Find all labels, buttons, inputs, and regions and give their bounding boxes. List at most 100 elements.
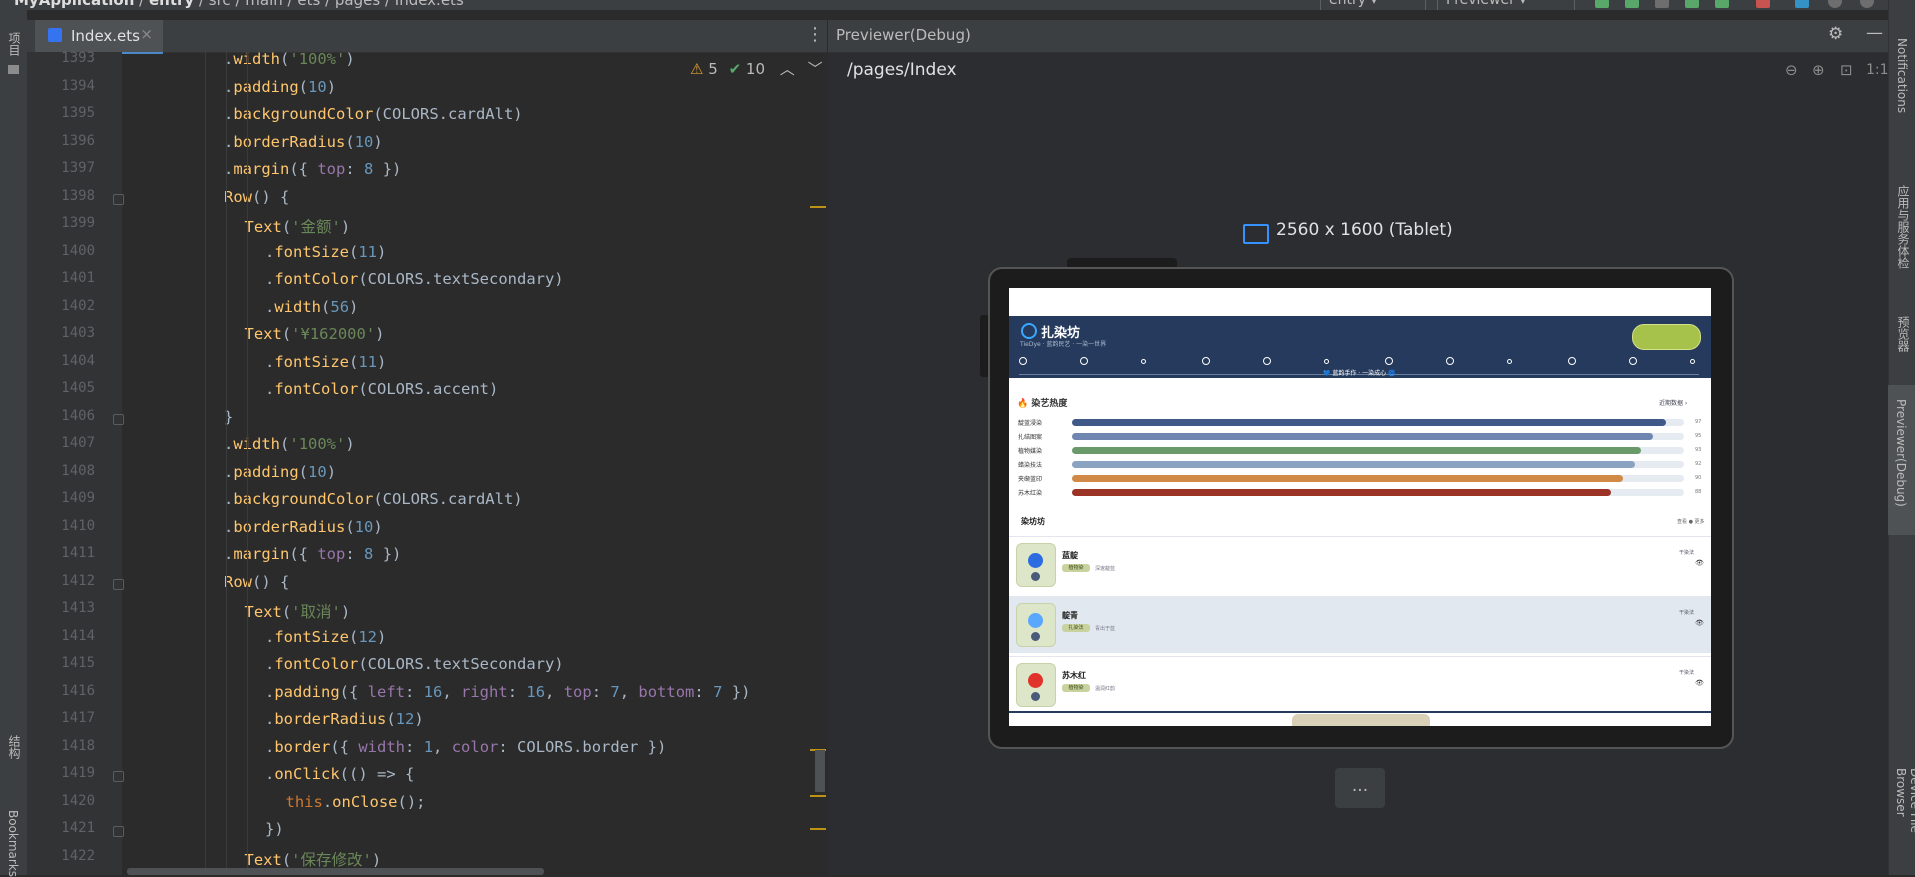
bottom-tab-active[interactable] <box>1292 714 1430 726</box>
fold-icon[interactable] <box>113 193 124 205</box>
code-line[interactable]: }) <box>122 820 284 838</box>
breadcrumb-ets[interactable]: ets <box>297 0 320 9</box>
structure-tool-button[interactable]: 结构 <box>6 735 23 759</box>
error-stripe-mark[interactable] <box>810 828 826 830</box>
line-number[interactable]: 1394 <box>27 78 95 94</box>
gear-icon[interactable]: ⚙ <box>1828 24 1843 44</box>
line-number[interactable]: 1418 <box>27 738 95 754</box>
line-number[interactable]: 1397 <box>27 160 95 176</box>
code-line[interactable]: .fontColor(COLORS.accent) <box>122 380 498 398</box>
line-number[interactable]: 1406 <box>27 408 95 424</box>
line-number[interactable]: 1408 <box>27 463 95 479</box>
code-line[interactable]: .width('100%') <box>122 50 355 68</box>
bookmarks-tool-button[interactable]: Bookmarks <box>6 810 20 877</box>
breadcrumb-module[interactable]: entry <box>149 0 194 9</box>
device-label[interactable]: 2560 x 1600 (Tablet) <box>1276 220 1453 240</box>
breadcrumb-project[interactable]: MyApplication <box>14 0 134 9</box>
code-line[interactable]: .border({ width: 1, color: COLORS.border… <box>122 738 666 756</box>
notifications-tool-button[interactable]: Notifications <box>1895 38 1909 113</box>
header-toggle-pill[interactable] <box>1632 324 1701 350</box>
eye-icon[interactable]: 👁 <box>1695 559 1704 567</box>
error-stripe-mark[interactable] <box>810 795 826 797</box>
code-line[interactable]: .borderRadius(10) <box>122 133 383 151</box>
profile-icon[interactable] <box>1715 0 1729 8</box>
line-number[interactable]: 1410 <box>27 518 95 534</box>
line-number[interactable]: 1413 <box>27 600 95 616</box>
line-number[interactable]: 1405 <box>27 380 95 396</box>
line-number[interactable]: 1419 <box>27 765 95 781</box>
line-number[interactable]: 1402 <box>27 298 95 314</box>
breadcrumb-pages[interactable]: pages <box>335 0 380 9</box>
line-number[interactable]: 1422 <box>27 848 95 864</box>
code-line[interactable]: .borderRadius(12) <box>122 710 424 728</box>
actual-size-button[interactable]: 1:1 <box>1866 62 1889 78</box>
device-file-browser-tool-button[interactable]: Device File Browser <box>1894 768 1915 875</box>
code-line[interactable]: } <box>122 408 233 426</box>
code-line[interactable]: .width(56) <box>122 298 358 316</box>
code-line[interactable]: .fontSize(11) <box>122 243 386 261</box>
fold-icon[interactable] <box>113 771 124 782</box>
dye-card[interactable]: 靛青 扎染法 青出于蓝 干染法 👁 <box>1009 596 1711 653</box>
line-number[interactable]: 1415 <box>27 655 95 671</box>
line-number[interactable]: 1416 <box>27 683 95 699</box>
close-icon[interactable]: × <box>140 25 153 43</box>
line-number[interactable]: 1420 <box>27 793 95 809</box>
code-line[interactable]: .backgroundColor(COLORS.cardAlt) <box>122 490 523 508</box>
eye-icon[interactable]: 👁 <box>1695 679 1704 687</box>
vertical-scrollbar[interactable] <box>815 750 825 792</box>
code-line[interactable]: .width('100%') <box>122 435 355 453</box>
line-number[interactable]: 1401 <box>27 270 95 286</box>
code-line[interactable]: .onClick(() => { <box>122 765 414 783</box>
fold-icon[interactable] <box>113 413 124 425</box>
code-line[interactable]: .backgroundColor(COLORS.cardAlt) <box>122 105 523 123</box>
line-number[interactable]: 1407 <box>27 435 95 451</box>
horizontal-scrollbar[interactable] <box>127 868 544 875</box>
line-number[interactable]: 1417 <box>27 710 95 726</box>
code-line[interactable]: .borderRadius(10) <box>122 518 383 536</box>
breadcrumb-src[interactable]: src <box>209 0 231 9</box>
app-services-tool-button[interactable]: 应用与服务体检 <box>1895 185 1912 269</box>
breadcrumb-main[interactable]: main <box>245 0 282 9</box>
inspection-widget[interactable]: ⚠ 5 ✔ 10 ︿ ﹀ <box>690 58 823 79</box>
breadcrumb-file[interactable]: Index.ets <box>395 0 464 9</box>
reload-icon[interactable] <box>1685 0 1699 8</box>
line-number[interactable]: 1400 <box>27 243 95 259</box>
code-line[interactable]: .fontColor(COLORS.textSecondary) <box>122 270 564 288</box>
line-number[interactable]: 1414 <box>27 628 95 644</box>
zoom-out-icon[interactable]: ⊖ <box>1785 61 1798 79</box>
eye-icon[interactable]: 👁 <box>1695 619 1704 627</box>
code-line[interactable]: .fontSize(11) <box>122 353 386 371</box>
stop-icon[interactable] <box>1756 0 1770 8</box>
fold-icon[interactable] <box>113 578 124 590</box>
fit-screen-icon[interactable]: ⊡ <box>1840 61 1853 79</box>
previewer-debug-tool-button[interactable]: Previewer(Debug) <box>1888 385 1915 535</box>
run-icon[interactable] <box>1595 0 1609 8</box>
device-screen[interactable]: 扎染坊 TieDye · 蓝韵民艺 · 一染一世界 💙 蓝韵手作 · 一染成心 … <box>1009 288 1711 726</box>
chevron-down-icon[interactable]: ﹀ <box>808 60 823 78</box>
zoom-in-icon[interactable]: ⊕ <box>1812 61 1825 79</box>
line-number[interactable]: 1395 <box>27 105 95 121</box>
more-vertical-icon[interactable]: ⋮ <box>806 24 824 45</box>
tab-index-ets[interactable]: Index.ets × <box>35 20 163 54</box>
line-number[interactable]: 1393 <box>27 50 95 66</box>
preview-tool-button[interactable]: 预览器 <box>1895 316 1912 352</box>
code-line[interactable]: this.onClose(); <box>122 793 426 811</box>
code-line[interactable]: Text('金额') <box>122 215 351 237</box>
workshop-more-link[interactable]: 查看 ● 更多 <box>1677 518 1705 525</box>
chevron-up-icon[interactable]: ︿ <box>780 60 795 78</box>
line-number[interactable]: 1421 <box>27 820 95 836</box>
search-icon[interactable] <box>1828 0 1842 8</box>
run-config-dropdown[interactable]: entry ▾ <box>1320 0 1426 10</box>
error-stripe-mark[interactable] <box>810 206 826 208</box>
code-line[interactable]: .padding(10) <box>122 78 336 96</box>
dye-card[interactable]: 蓝靛 植物染 深邃靛蓝 干染法 👁 <box>1009 536 1711 593</box>
code-line[interactable]: .margin({ top: 8 }) <box>122 160 401 178</box>
code-line[interactable]: .padding(10) <box>122 463 336 481</box>
code-line[interactable]: Text('取消') <box>122 600 351 622</box>
line-number[interactable]: 1398 <box>27 188 95 204</box>
device-manager-icon[interactable] <box>1795 0 1809 8</box>
code-line[interactable]: .margin({ top: 8 }) <box>122 545 401 563</box>
line-number[interactable]: 1403 <box>27 325 95 341</box>
code-line[interactable]: .padding({ left: 16, right: 16, top: 7, … <box>122 683 750 701</box>
settings-icon[interactable] <box>1860 0 1874 8</box>
